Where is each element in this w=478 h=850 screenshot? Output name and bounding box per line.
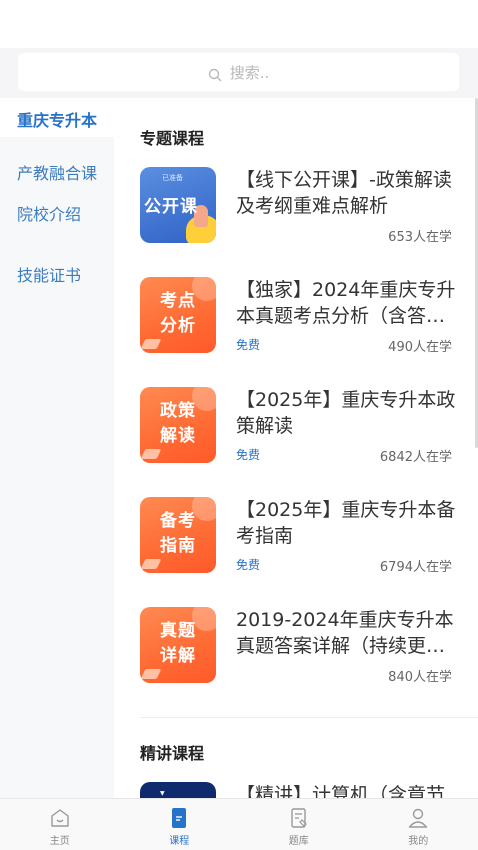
section-title: 专题课程 xyxy=(140,129,205,148)
course-title: 【2025年】重庆专升本政策解读 xyxy=(236,389,456,437)
sidebar-item-industry-education[interactable]: 产教融合课 xyxy=(0,153,114,194)
logo-icon: ▼ xyxy=(160,790,165,797)
tab-home[interactable]: 主页 xyxy=(0,799,120,850)
course-title: 【2025年】重庆专升本备考指南 xyxy=(236,499,456,547)
category-sidebar: 重庆专升本 产教融合课 院校介绍 技能证书 xyxy=(0,98,114,798)
search-icon xyxy=(208,68,222,82)
sidebar-item-chongqing-upgrade[interactable]: 重庆专升本 xyxy=(0,98,114,137)
learner-count: 6842人在学 xyxy=(379,450,452,465)
tab-question-bank[interactable]: 题库 xyxy=(239,799,359,850)
learner-count: 490人在学 xyxy=(388,340,452,355)
exam-analysis-thumbnail: 考点 分析 xyxy=(140,277,216,353)
prep-guide-thumbnail: 备考 指南 xyxy=(140,497,216,573)
course-icon xyxy=(172,808,187,828)
sidebar-item-college-intro[interactable]: 院校介绍 xyxy=(0,194,114,235)
course-item[interactable]: 考点 分析 【独家】2024年重庆专升本真题考点分析（含答案解析） 免费 490… xyxy=(140,277,478,387)
tab-label: 我的 xyxy=(408,836,429,847)
book-icon xyxy=(140,669,162,679)
profile-icon xyxy=(409,808,428,828)
search-bar: 搜索.. xyxy=(0,48,478,98)
search-input[interactable]: 搜索.. xyxy=(18,53,459,91)
course-title: 【精讲】计算机（含章节 xyxy=(236,784,446,798)
policy-thumbnail: 政策 解读 xyxy=(140,387,216,463)
public-class-thumbnail: 已准备 公开课 xyxy=(140,167,216,243)
lecture-thumbnail: ▼ xyxy=(140,782,216,798)
learner-count: 840人在学 xyxy=(388,670,452,685)
search-placeholder: 搜索.. xyxy=(229,63,270,82)
learner-count: 6794人在学 xyxy=(379,560,452,575)
tab-label: 课程 xyxy=(169,836,190,847)
course-item[interactable]: 备考 指南 【2025年】重庆专升本备考指南 免费 6794人在学 xyxy=(140,497,478,607)
tab-label: 主页 xyxy=(49,836,70,847)
book-icon xyxy=(140,339,162,349)
section-title: 精讲课程 xyxy=(140,744,205,763)
free-badge: 免费 xyxy=(236,448,261,462)
tab-profile[interactable]: 我的 xyxy=(359,799,478,850)
exam-explained-thumbnail: 真题 详解 xyxy=(140,607,216,683)
sidebar-item-skill-certificate[interactable]: 技能证书 xyxy=(0,255,114,296)
bottom-tab-bar: 主页 课程 题库 我的 xyxy=(0,798,478,850)
course-title: 【线下公开课】-政策解读及考纲重难点解析 xyxy=(236,169,452,217)
book-icon xyxy=(140,449,162,459)
course-item[interactable]: 政策 解读 【2025年】重庆专升本政策解读 免费 6842人在学 xyxy=(140,387,478,497)
course-item[interactable]: ▼ 【精讲】计算机（含章节 xyxy=(140,782,478,798)
section-divider xyxy=(140,717,478,718)
free-badge: 免费 xyxy=(236,558,261,572)
home-icon xyxy=(51,809,69,827)
tab-courses[interactable]: 课程 xyxy=(120,799,240,850)
course-item[interactable]: 已准备 公开课 【线下公开课】-政策解读及考纲重难点解析 653人在学 xyxy=(140,167,478,277)
course-title: 【独家】2024年重庆专升本真题考点分析（含答案解析） xyxy=(236,279,456,327)
book-icon xyxy=(140,559,162,569)
free-badge: 免费 xyxy=(236,338,261,352)
course-title: 2019-2024年重庆专升本真题答案详解（持续更新中） xyxy=(236,609,454,657)
status-bar xyxy=(0,0,478,48)
tab-label: 题库 xyxy=(288,836,309,847)
question-bank-icon xyxy=(291,808,307,828)
course-item[interactable]: 真题 详解 2019-2024年重庆专升本真题答案详解（持续更新中） 840人在… xyxy=(140,607,478,717)
learner-count: 653人在学 xyxy=(388,230,452,245)
course-list: 专题课程 已准备 公开课 【线下公开课】-政策解读及考纲重难点解析 653人在学… xyxy=(114,98,478,798)
